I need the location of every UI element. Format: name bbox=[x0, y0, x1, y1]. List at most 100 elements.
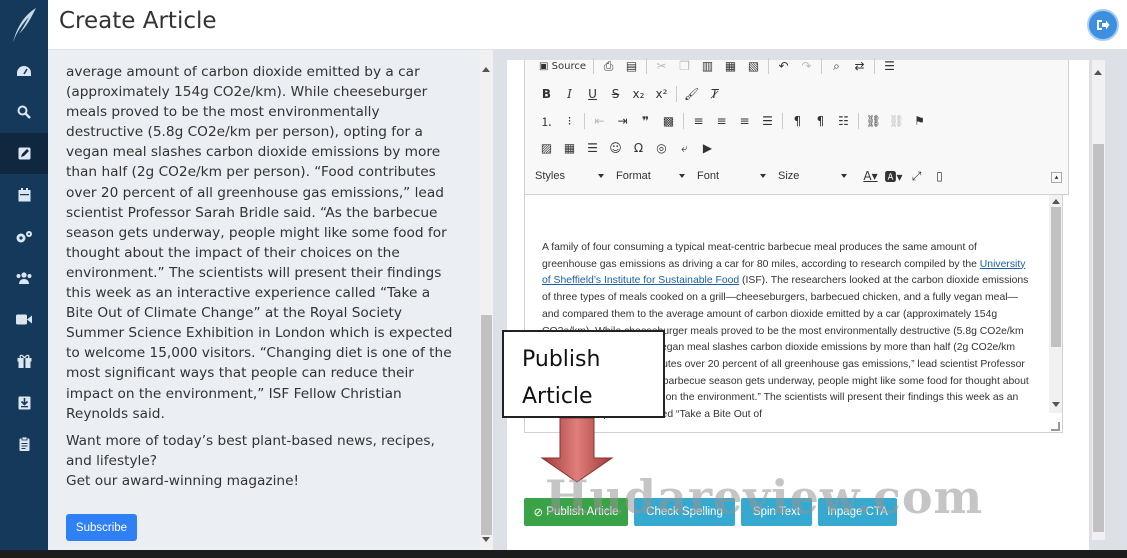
sidebar-item-video[interactable] bbox=[0, 299, 48, 340]
indent-icon[interactable]: ⇥ bbox=[611, 111, 634, 131]
underline-icon[interactable]: U bbox=[581, 84, 604, 104]
paste-icon[interactable]: ▥ bbox=[696, 56, 719, 76]
sidebar-item-calendar[interactable] bbox=[0, 174, 48, 215]
chevron-down-icon bbox=[760, 174, 766, 178]
sidebar-item-users[interactable] bbox=[0, 257, 48, 298]
scrollbar-thumb[interactable] bbox=[1051, 207, 1061, 347]
chevron-down-icon bbox=[679, 174, 685, 178]
scroll-up-arrow-icon[interactable] bbox=[1052, 199, 1060, 204]
copy-format-icon[interactable]: 🖌 bbox=[680, 84, 703, 104]
subscript-icon[interactable]: x₂ bbox=[627, 84, 650, 104]
collapse-toolbar-icon[interactable]: ▴ bbox=[1051, 172, 1062, 183]
cut-icon[interactable]: ✂ bbox=[650, 56, 673, 76]
scroll-down-arrow-icon[interactable] bbox=[482, 537, 490, 542]
special-char-icon[interactable]: Ω bbox=[627, 138, 650, 158]
toolbar-separator bbox=[646, 58, 647, 74]
toolbar-row-2: B I U S x₂ x² 🖌 T̷ bbox=[535, 84, 726, 104]
align-center-icon[interactable]: ≡ bbox=[710, 111, 733, 131]
page-break-icon[interactable]: ⤶ bbox=[673, 138, 696, 158]
bulleted-list-icon[interactable]: ⁝ bbox=[558, 111, 581, 131]
replace-icon[interactable]: ⇄ bbox=[848, 56, 871, 76]
source-button[interactable]: ▣ Source bbox=[535, 56, 590, 76]
chevron-down-icon bbox=[841, 174, 847, 178]
select-all-icon[interactable]: ☰ bbox=[878, 56, 901, 76]
toolbar-separator bbox=[821, 58, 822, 74]
clipboard-icon bbox=[19, 436, 29, 451]
users-icon bbox=[16, 271, 32, 284]
text-color-icon[interactable]: A▾ bbox=[859, 166, 882, 186]
preview-scrollbar[interactable] bbox=[480, 50, 493, 550]
app-root: Create Article average amount of carbon … bbox=[0, 0, 1127, 558]
justify-icon[interactable]: ☰ bbox=[756, 111, 779, 131]
undo-icon[interactable]: ↶ bbox=[772, 56, 795, 76]
page-title: Create Article bbox=[59, 8, 217, 34]
background-color-icon[interactable]: 🅰▾ bbox=[882, 166, 905, 186]
toolbar-separator bbox=[782, 113, 783, 129]
editor-scrollbar[interactable] bbox=[1049, 195, 1062, 413]
scrollbar-thumb[interactable] bbox=[481, 315, 492, 535]
find-icon[interactable]: ⌕ bbox=[825, 56, 848, 76]
italic-icon[interactable]: I bbox=[558, 84, 581, 104]
image-icon[interactable]: ▨ bbox=[535, 138, 558, 158]
format-dropdown[interactable]: Format bbox=[616, 166, 688, 186]
paste-text-icon[interactable]: ▦ bbox=[719, 56, 742, 76]
sidebar-item-create-article[interactable] bbox=[0, 133, 48, 174]
rtl-icon[interactable]: ¶ bbox=[809, 111, 832, 131]
toolbar-separator bbox=[768, 58, 769, 74]
edit-icon bbox=[18, 147, 30, 160]
blockquote-icon[interactable]: ❞ bbox=[634, 111, 657, 131]
top-header: Create Article bbox=[0, 0, 1127, 50]
scrollbar-thumb[interactable] bbox=[1093, 144, 1104, 532]
sidebar-nav bbox=[0, 50, 48, 550]
maximize-icon[interactable]: ⤢ bbox=[905, 166, 928, 186]
youtube-icon[interactable]: ▶ bbox=[696, 138, 719, 158]
align-left-icon[interactable]: ≡ bbox=[687, 111, 710, 131]
numbered-list-icon[interactable]: ⒈ bbox=[535, 111, 558, 131]
sidebar-item-search[interactable] bbox=[0, 91, 48, 132]
preview-icon[interactable]: ⎙ bbox=[597, 56, 620, 76]
toolbar-separator bbox=[593, 58, 594, 74]
unlink-icon[interactable]: ⛓ bbox=[885, 111, 908, 131]
styles-dropdown[interactable]: Styles bbox=[535, 166, 607, 186]
show-blocks-icon[interactable]: ▯ bbox=[928, 166, 951, 186]
size-dropdown[interactable]: Size bbox=[778, 166, 850, 186]
editor-toolbar: ▣ Source ⎙ ▤ ✂ ❐ ▥ ▦ ▧ ↶ ↷ ⌕ ⇄ ☰ B I U S… bbox=[524, 58, 1069, 195]
anchor-flag-icon[interactable]: ⚑ bbox=[908, 111, 931, 131]
toolbar-row-5: Styles Format Font Size A▾ 🅰▾ ⤢ ▯ bbox=[535, 166, 951, 186]
scroll-down-arrow-icon[interactable] bbox=[1052, 402, 1060, 407]
sidebar-item-clipboard[interactable] bbox=[0, 423, 48, 464]
sidebar-item-settings[interactable] bbox=[0, 216, 48, 257]
superscript-icon[interactable]: x² bbox=[650, 84, 673, 104]
ltr-icon[interactable]: ¶ bbox=[786, 111, 809, 131]
templates-icon[interactable]: ▤ bbox=[620, 56, 643, 76]
redo-icon[interactable]: ↷ bbox=[795, 56, 818, 76]
toolbar-separator bbox=[683, 113, 684, 129]
copy-icon[interactable]: ❐ bbox=[673, 56, 696, 76]
scroll-up-arrow-icon[interactable] bbox=[482, 67, 490, 72]
calendar-icon bbox=[18, 187, 30, 201]
outdent-icon[interactable]: ⇤ bbox=[588, 111, 611, 131]
subscribe-button[interactable]: Subscribe bbox=[66, 514, 137, 541]
link-icon[interactable]: ⛓ bbox=[862, 111, 885, 131]
sidebar-item-dashboard[interactable] bbox=[0, 50, 48, 91]
app-logo bbox=[0, 0, 48, 50]
logout-button[interactable] bbox=[1087, 9, 1119, 41]
page-scrollbar[interactable] bbox=[1092, 60, 1105, 540]
sidebar-item-gift[interactable] bbox=[0, 340, 48, 381]
table-icon[interactable]: ▦ bbox=[558, 138, 581, 158]
bold-icon[interactable]: B bbox=[535, 84, 558, 104]
scroll-up-arrow-icon[interactable] bbox=[1094, 70, 1102, 75]
strikethrough-icon[interactable]: S bbox=[604, 84, 627, 104]
smiley-icon[interactable]: ☺ bbox=[604, 138, 627, 158]
language-icon[interactable]: ☷ bbox=[832, 111, 855, 131]
font-dropdown[interactable]: Font bbox=[697, 166, 769, 186]
horizontal-line-icon[interactable]: ☰ bbox=[581, 138, 604, 158]
paste-word-icon[interactable]: ▧ bbox=[742, 56, 765, 76]
div-container-icon[interactable]: ▩ bbox=[657, 111, 680, 131]
remove-format-icon[interactable]: T̷ bbox=[703, 84, 726, 104]
align-right-icon[interactable]: ≡ bbox=[733, 111, 756, 131]
resize-handle-icon[interactable] bbox=[1051, 422, 1060, 431]
sidebar-item-download[interactable] bbox=[0, 382, 48, 423]
sign-out-icon bbox=[1097, 20, 1110, 30]
iframe-icon[interactable]: ◎ bbox=[650, 138, 673, 158]
